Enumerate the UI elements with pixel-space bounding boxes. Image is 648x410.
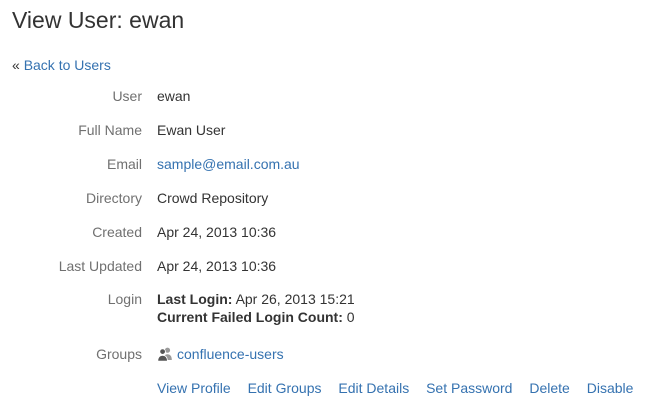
email-link[interactable]: sample@email.com.au: [157, 156, 300, 172]
page-title: View User: ewan: [12, 7, 185, 33]
directory-label: Directory: [85, 190, 142, 206]
user-value: ewan: [157, 88, 191, 104]
groups-label: Groups: [96, 346, 142, 362]
failed-login-count-value: 0: [346, 309, 355, 325]
email-value-container: sample@email.com.au: [157, 155, 300, 173]
group-link-confluence-users[interactable]: confluence-users: [177, 346, 284, 362]
last-login-label: Last Login:: [157, 291, 233, 307]
edit-groups-link[interactable]: Edit Groups: [248, 380, 322, 396]
back-to-users-link[interactable]: Back to Users: [24, 57, 111, 73]
disable-user-link[interactable]: Disable: [587, 380, 634, 396]
last-login-value: Apr 26, 2013 15:21: [235, 291, 355, 307]
edit-details-link[interactable]: Edit Details: [338, 380, 409, 396]
created-value: Apr 24, 2013 10:36: [157, 224, 277, 240]
email-label: Email: [106, 156, 142, 172]
failed-login-count-label: Current Failed Login Count:: [157, 309, 343, 325]
delete-user-link[interactable]: Delete: [529, 380, 569, 396]
user-actions-bar: View Profile Edit Groups Edit Details Se…: [157, 379, 633, 397]
group-icon: [157, 346, 173, 362]
login-label: Login: [107, 291, 142, 307]
full-name-value: Ewan User: [157, 122, 226, 138]
directory-value: Crowd Repository: [157, 190, 269, 206]
last-updated-label: Last Updated: [58, 258, 142, 274]
back-arrow-icon: «: [12, 57, 20, 73]
set-password-link[interactable]: Set Password: [426, 380, 512, 396]
login-value: Last Login: Apr 26, 2013 15:21 Current F…: [157, 290, 355, 326]
view-profile-link[interactable]: View Profile: [157, 380, 231, 396]
groups-value: confluence-users: [157, 345, 284, 363]
created-label: Created: [92, 224, 142, 240]
user-label: User: [112, 88, 142, 104]
full-name-label: Full Name: [78, 122, 142, 138]
last-updated-value: Apr 24, 2013 10:36: [157, 258, 277, 274]
back-navigation: « Back to Users: [12, 56, 111, 74]
